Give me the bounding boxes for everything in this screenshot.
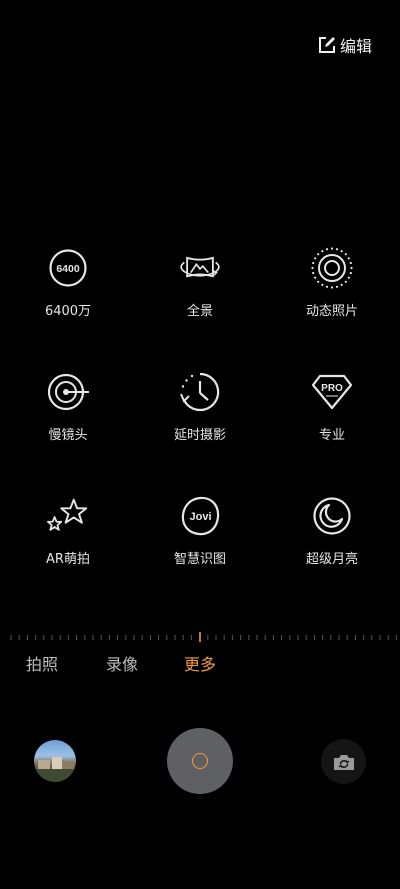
- edit-icon: [318, 37, 335, 53]
- mode-pro[interactable]: PRO 专业: [264, 369, 400, 493]
- mode-scroll-ruler[interactable]: [0, 632, 400, 644]
- edit-button[interactable]: 编辑: [318, 33, 372, 57]
- mode-6400mp[interactable]: 6400 6400万: [0, 245, 136, 369]
- pro-mode-icon: PRO: [309, 369, 355, 415]
- mode-label: 延时摄影: [173, 428, 226, 443]
- pro-badge-text: PRO: [321, 383, 343, 394]
- mode-label: 6400万: [44, 304, 92, 319]
- ar-stars-icon: [45, 493, 91, 539]
- timelapse-icon: [177, 369, 223, 415]
- mode-super-moon[interactable]: 超级月亮: [264, 493, 400, 617]
- mode-label: 超级月亮: [305, 552, 358, 567]
- 6400-badge-text: 6400: [56, 263, 80, 275]
- mode-label: AR萌拍: [46, 552, 90, 567]
- mode-label: 专业: [318, 428, 345, 443]
- jovi-badge-text: Jovi: [189, 511, 211, 523]
- jovi-lens-icon: Jovi: [177, 493, 223, 539]
- live-photo-icon: [309, 245, 355, 291]
- mode-jovi-lens[interactable]: Jovi 智慧识图: [136, 493, 264, 617]
- mode-timelapse[interactable]: 延时摄影: [136, 369, 264, 493]
- mode-ar-stickers[interactable]: AR萌拍: [0, 493, 136, 617]
- tab-video[interactable]: 录像: [106, 651, 138, 675]
- mode-panorama[interactable]: 全景: [136, 245, 264, 369]
- edit-label: 编辑: [339, 37, 372, 56]
- tab-photo[interactable]: 拍照: [26, 651, 58, 675]
- mode-label: 动态照片: [305, 304, 358, 319]
- gallery-thumbnail[interactable]: [34, 740, 76, 782]
- mode-label: 智慧识图: [173, 552, 226, 567]
- mode-slow-motion[interactable]: 慢镜头: [0, 369, 136, 493]
- shutter-button[interactable]: [167, 728, 233, 794]
- panorama-icon: [177, 245, 223, 291]
- mode-tabs: 拍照 录像 更多: [0, 651, 400, 675]
- shutter-indicator: [192, 753, 208, 769]
- super-moon-icon: [309, 493, 355, 539]
- mode-live-photo[interactable]: 动态照片: [264, 245, 400, 369]
- 6400-megapixel-icon: 6400: [45, 245, 91, 291]
- mode-label: 慢镜头: [48, 428, 88, 443]
- switch-camera-button[interactable]: [321, 739, 366, 784]
- ruler-ticks: [10, 632, 397, 642]
- slow-motion-icon: [45, 369, 91, 415]
- mode-label: 全景: [186, 304, 213, 319]
- switch-camera-icon: [333, 754, 354, 770]
- mode-grid: 6400 6400万 全景 动态照片 慢镜头 延时摄影 PRO 专业 AR萌拍 …: [0, 245, 400, 617]
- tab-more[interactable]: 更多: [184, 651, 216, 675]
